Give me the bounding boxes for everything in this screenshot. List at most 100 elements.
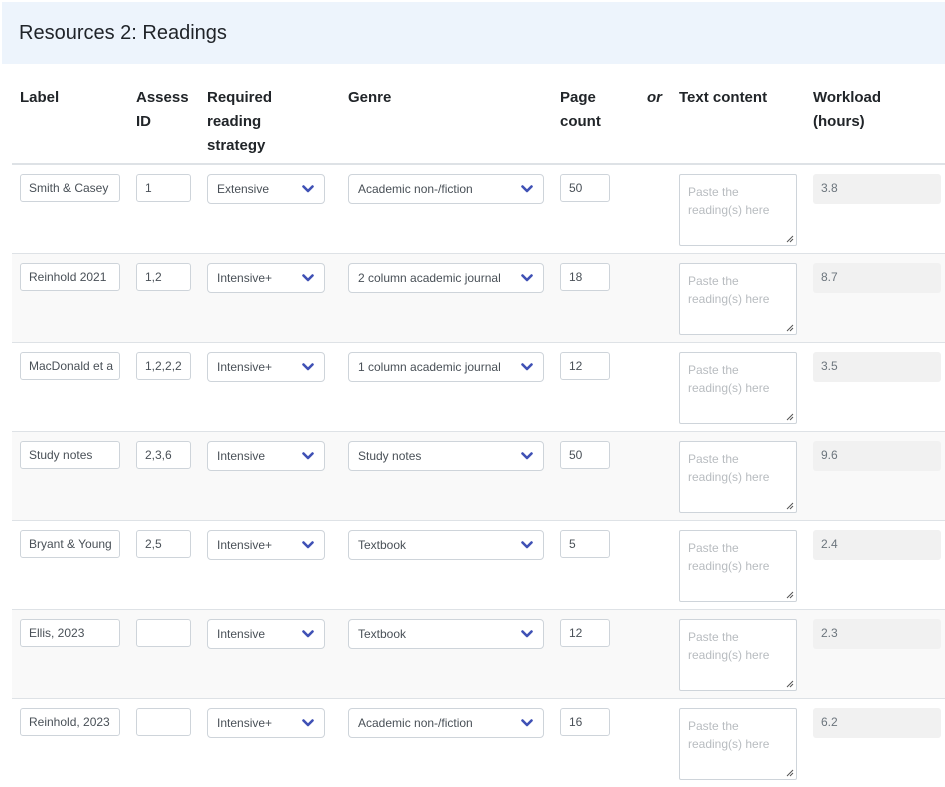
- text-content-textarea[interactable]: Paste the reading(s) here: [679, 708, 797, 780]
- chevron-down-icon: [521, 719, 533, 727]
- genre-select[interactable]: Academic non-/fiction: [348, 708, 544, 738]
- table-row: Ellis, 2023 Intensive Textbook 12 Paste …: [12, 610, 945, 699]
- strategy-value: Intensive+: [217, 538, 273, 552]
- page-count-input[interactable]: 12: [560, 352, 610, 380]
- text-content-textarea[interactable]: Paste the reading(s) here: [679, 174, 797, 246]
- genre-value: Academic non-/fiction: [358, 182, 473, 196]
- text-content-placeholder: Paste the reading(s) here: [688, 452, 770, 484]
- table-header: Label Assess ID Required reading strateg…: [12, 64, 945, 165]
- genre-select[interactable]: Study notes: [348, 441, 544, 471]
- chevron-down-icon: [521, 452, 533, 460]
- strategy-value: Intensive+: [217, 360, 273, 374]
- readings-table: Label Assess ID Required reading strateg…: [12, 64, 945, 787]
- strategy-select[interactable]: Intensive+: [207, 530, 325, 560]
- column-header-or: or: [647, 89, 662, 106]
- resize-grip-icon[interactable]: [786, 235, 794, 243]
- text-content-textarea[interactable]: Paste the reading(s) here: [679, 530, 797, 602]
- resize-grip-icon[interactable]: [786, 413, 794, 421]
- assess-id-input[interactable]: [136, 619, 191, 647]
- column-header-strategy: Required reading strategy: [207, 89, 273, 154]
- table-row: Smith & Casey 1 Extensive Academic non-/…: [12, 165, 945, 254]
- chevron-down-icon: [521, 630, 533, 638]
- resize-grip-icon[interactable]: [786, 591, 794, 599]
- label-input[interactable]: Ellis, 2023: [20, 619, 120, 647]
- genre-value: Textbook: [358, 627, 407, 641]
- workload-output: 8.7: [813, 263, 941, 293]
- table-row: Reinhold 2021 1,2 Intensive+ 2 column ac…: [12, 254, 945, 343]
- resize-grip-icon[interactable]: [786, 769, 794, 777]
- chevron-down-icon: [521, 541, 533, 549]
- genre-value: 1 column academic journal: [358, 360, 501, 374]
- label-input[interactable]: Bryant & Young: [20, 530, 120, 558]
- text-content-placeholder: Paste the reading(s) here: [688, 274, 770, 306]
- chevron-down-icon: [302, 630, 314, 638]
- text-content-placeholder: Paste the reading(s) here: [688, 630, 770, 662]
- strategy-value: Intensive: [217, 449, 266, 463]
- strategy-value: Intensive+: [217, 716, 273, 730]
- genre-select[interactable]: 2 column academic journal: [348, 263, 544, 293]
- strategy-value: Extensive: [217, 182, 270, 196]
- genre-select[interactable]: Textbook: [348, 619, 544, 649]
- assess-id-input[interactable]: 2,5: [136, 530, 191, 558]
- section-header: Resources 2: Readings: [2, 2, 945, 64]
- workload-output: 9.6: [813, 441, 941, 471]
- assess-id-input[interactable]: [136, 708, 191, 736]
- chevron-down-icon: [302, 541, 314, 549]
- label-input[interactable]: MacDonald et a: [20, 352, 120, 380]
- strategy-value: Intensive+: [217, 271, 273, 285]
- assess-id-input[interactable]: 1,2: [136, 263, 191, 291]
- chevron-down-icon: [302, 452, 314, 460]
- strategy-select[interactable]: Intensive: [207, 619, 325, 649]
- text-content-placeholder: Paste the reading(s) here: [688, 719, 770, 751]
- text-content-textarea[interactable]: Paste the reading(s) here: [679, 352, 797, 424]
- chevron-down-icon: [521, 185, 533, 193]
- label-input[interactable]: Reinhold, 2023: [20, 708, 120, 736]
- strategy-select[interactable]: Intensive+: [207, 263, 325, 293]
- page-count-input[interactable]: 5: [560, 530, 610, 558]
- strategy-select[interactable]: Intensive+: [207, 352, 325, 382]
- table-row: MacDonald et a 1,2,2,2 Intensive+ 1 colu…: [12, 343, 945, 432]
- page-count-input[interactable]: 16: [560, 708, 610, 736]
- chevron-down-icon: [521, 363, 533, 371]
- genre-select[interactable]: 1 column academic journal: [348, 352, 544, 382]
- chevron-down-icon: [521, 274, 533, 282]
- strategy-select[interactable]: Intensive+: [207, 708, 325, 738]
- column-header-genre: Genre: [348, 89, 392, 106]
- genre-value: Study notes: [358, 449, 422, 463]
- resize-grip-icon[interactable]: [786, 680, 794, 688]
- page-count-input[interactable]: 50: [560, 174, 610, 202]
- chevron-down-icon: [302, 185, 314, 193]
- text-content-textarea[interactable]: Paste the reading(s) here: [679, 263, 797, 335]
- page-count-input[interactable]: 18: [560, 263, 610, 291]
- text-content-placeholder: Paste the reading(s) here: [688, 541, 770, 573]
- genre-value: 2 column academic journal: [358, 271, 501, 285]
- label-input[interactable]: Reinhold 2021: [20, 263, 120, 291]
- text-content-textarea[interactable]: Paste the reading(s) here: [679, 619, 797, 691]
- assess-id-input[interactable]: 1: [136, 174, 191, 202]
- chevron-down-icon: [302, 719, 314, 727]
- workload-output: 3.8: [813, 174, 941, 204]
- chevron-down-icon: [302, 274, 314, 282]
- section-title: Resources 2: Readings: [19, 22, 227, 44]
- genre-select[interactable]: Academic non-/fiction: [348, 174, 544, 204]
- column-header-text-content: Text content: [679, 89, 768, 106]
- workload-output: 2.3: [813, 619, 941, 649]
- text-content-textarea[interactable]: Paste the reading(s) here: [679, 441, 797, 513]
- resize-grip-icon[interactable]: [786, 502, 794, 510]
- resize-grip-icon[interactable]: [786, 324, 794, 332]
- genre-value: Textbook: [358, 538, 407, 552]
- label-input[interactable]: Study notes: [20, 441, 120, 469]
- page-count-input[interactable]: 12: [560, 619, 610, 647]
- genre-select[interactable]: Textbook: [348, 530, 544, 560]
- strategy-select[interactable]: Intensive: [207, 441, 325, 471]
- strategy-select[interactable]: Extensive: [207, 174, 325, 204]
- text-content-placeholder: Paste the reading(s) here: [688, 185, 770, 217]
- workload-output: 3.5: [813, 352, 941, 382]
- genre-value: Academic non-/fiction: [358, 716, 473, 730]
- assess-id-input[interactable]: 1,2,2,2: [136, 352, 191, 380]
- page-count-input[interactable]: 50: [560, 441, 610, 469]
- column-header-label: Label: [20, 89, 60, 106]
- label-input[interactable]: Smith & Casey: [20, 174, 120, 202]
- assess-id-input[interactable]: 2,3,6: [136, 441, 191, 469]
- table-row: Reinhold, 2023 Intensive+ Academic non-/…: [12, 699, 945, 787]
